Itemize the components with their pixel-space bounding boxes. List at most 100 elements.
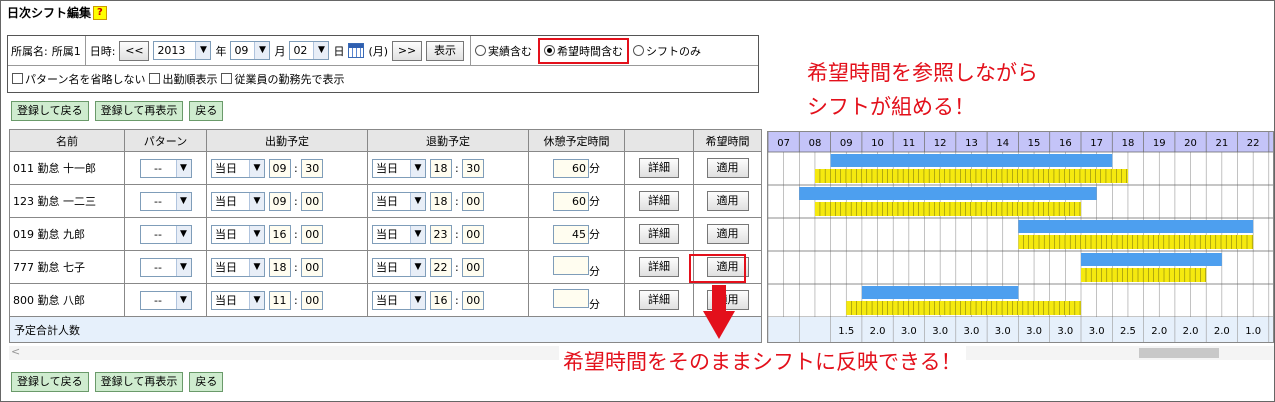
detail-button[interactable]: 詳細 [639,224,679,244]
save-back-button-bottom[interactable]: 登録して戻る [11,372,89,392]
start-minute-input[interactable]: 00 [301,257,324,277]
chevron-down-icon: ▼ [175,159,191,177]
chevron-down-icon: ▼ [195,42,211,59]
col-header-pattern: パターン [124,129,207,152]
checkbox-order-by-start[interactable]: 出勤順表示 [149,71,217,87]
wish-bar [861,286,1019,299]
apply-wish-button[interactable]: 適用 [706,158,749,178]
pattern-select[interactable]: -- ▼ [139,191,192,211]
detail-button[interactable]: 詳細 [639,257,679,277]
pattern-select[interactable]: -- ▼ [139,224,192,244]
end-minute-input[interactable]: 30 [462,158,485,178]
col-header-start: 出勤予定 [206,129,368,152]
end-hour-input[interactable]: 18 [429,191,452,211]
start-day-select[interactable]: 当日 ▼ [211,257,265,277]
start-minute-input[interactable]: 00 [301,191,324,211]
timeline-total-value: 3.0 [1057,326,1073,337]
filter-panel: 所属名: 所属1 日時: << 2013 ▼ 年 09 ▼ 月 02 ▼ 日 (月) … [7,35,759,93]
timeline-total-value: 2.0 [1214,326,1230,337]
start-hour-input[interactable]: 09 [268,158,291,178]
start-hour-input[interactable]: 11 [268,290,291,310]
end-day-select[interactable]: 当日 ▼ [372,224,426,244]
employee-name: 011 勤怠 十一郎 [9,151,125,185]
start-hour-input[interactable]: 09 [268,191,291,211]
prev-day-button[interactable]: << [119,40,150,61]
checkbox-icon [12,73,23,84]
end-hour-input[interactable]: 18 [429,158,452,178]
end-hour-input[interactable]: 23 [429,224,452,244]
start-minute-input[interactable]: 00 [301,290,324,310]
end-day-select[interactable]: 当日 ▼ [372,158,426,178]
year-select[interactable]: 2013 ▼ [153,41,212,60]
start-minute-input[interactable]: 00 [301,224,324,244]
show-button[interactable]: 表示 [426,40,465,61]
dept-value: 所属1 [51,44,81,58]
back-button-bottom[interactable]: 戻る [189,372,224,392]
save-back-button[interactable]: 登録して戻る [11,101,89,121]
end-day-select[interactable]: 当日 ▼ [372,191,426,211]
down-arrow-icon [703,285,735,339]
day-select[interactable]: 02 ▼ [289,41,330,60]
start-day-select[interactable]: 当日 ▼ [211,191,265,211]
start-hour-input[interactable]: 18 [268,257,291,277]
save-refresh-button[interactable]: 登録して再表示 [94,101,184,121]
back-button[interactable]: 戻る [189,101,224,121]
end-minute-input[interactable]: 00 [462,257,485,277]
shift-table: 名前 パターン 出勤予定 退勤予定 休憩予定時間 希望時間 011 勤怠 十一郎… [9,129,762,343]
annotation-top-line2: シフトが組める！ [807,95,975,119]
scroll-thumb[interactable] [1139,348,1219,358]
scroll-left-arrow[interactable]: < [11,345,20,358]
start-hour-input[interactable]: 16 [268,224,291,244]
end-day-select[interactable]: 当日 ▼ [372,290,426,310]
pattern-select[interactable]: -- ▼ [139,290,192,310]
chevron-down-icon: ▼ [410,159,425,177]
pattern-select[interactable]: -- ▼ [139,158,192,178]
employee-name: 019 勤怠 九郎 [9,217,125,251]
help-icon[interactable]: ? [93,5,107,20]
break-input[interactable] [553,288,589,308]
chevron-down-icon: ▼ [410,291,425,309]
checkbox-icon [221,73,233,84]
month-select[interactable]: 09 ▼ [230,41,271,60]
shift-table-wrap: 名前 パターン 出勤予定 退勤予定 休憩予定時間 希望時間 011 勤怠 十一郎… [9,129,762,343]
chevron-down-icon: ▼ [249,291,264,309]
timeline-total-value: 1.0 [1245,326,1261,337]
col-header-break: 休憩予定時間 [528,129,625,152]
col-header-wish: 希望時間 [693,129,762,152]
radio-shift-only[interactable]: シフトのみ [633,43,701,59]
page-title-text: 日次シフト編集 [7,6,92,20]
annotation-bottom: 希望時間をそのままシフトに反映できる！ [559,346,966,376]
checkbox-icon [149,73,161,84]
detail-button[interactable]: 詳細 [639,191,679,211]
end-hour-input[interactable]: 16 [429,290,452,310]
radio-actual[interactable]: 実績含む [475,43,532,59]
timeline-total-value: 3.0 [901,326,917,337]
break-input[interactable]: 60 [553,191,589,211]
end-day-select[interactable]: 当日 ▼ [372,257,426,277]
break-input[interactable]: 45 [553,224,589,244]
checkbox-show-full-pattern[interactable]: パターン名を省略しない [12,71,145,87]
detail-button[interactable]: 詳細 [639,158,679,178]
pattern-select[interactable]: -- ▼ [139,257,192,277]
break-input[interactable]: 60 [553,158,589,178]
end-minute-input[interactable]: 00 [462,224,485,244]
checkbox-employee-workplace[interactable]: 従業員の勤務先で表示 [221,71,344,87]
next-day-button[interactable]: >> [392,40,423,61]
break-unit: 分 [589,227,600,241]
end-hour-input[interactable]: 22 [429,257,452,277]
timeline-total-value: 2.5 [1120,326,1136,337]
end-minute-input[interactable]: 00 [462,290,485,310]
end-minute-input[interactable]: 00 [462,191,485,211]
detail-button[interactable]: 詳細 [639,290,679,310]
radio-wish[interactable]: 希望時間含む [538,37,630,64]
start-day-select[interactable]: 当日 ▼ [211,290,265,310]
break-input[interactable] [553,255,589,275]
apply-wish-button[interactable]: 適用 [706,191,749,211]
start-minute-input[interactable]: 30 [301,158,324,178]
save-refresh-button-bottom[interactable]: 登録して再表示 [94,372,184,392]
calendar-icon[interactable] [348,43,365,58]
apply-wish-button[interactable]: 適用 [706,224,749,244]
start-day-select[interactable]: 当日 ▼ [211,158,265,178]
timeline-hour-label: 08 [809,138,822,149]
start-day-select[interactable]: 当日 ▼ [211,224,265,244]
